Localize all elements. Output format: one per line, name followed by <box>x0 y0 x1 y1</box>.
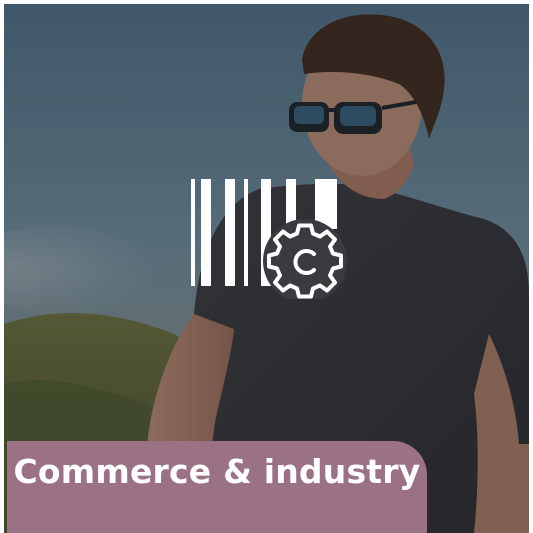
category-tile[interactable]: Commerce & industry <box>4 4 529 533</box>
category-label-box[interactable]: Commerce & industry <box>7 441 427 533</box>
category-label: Commerce & industry <box>13 452 421 491</box>
barcode-gear-icon <box>187 174 347 299</box>
